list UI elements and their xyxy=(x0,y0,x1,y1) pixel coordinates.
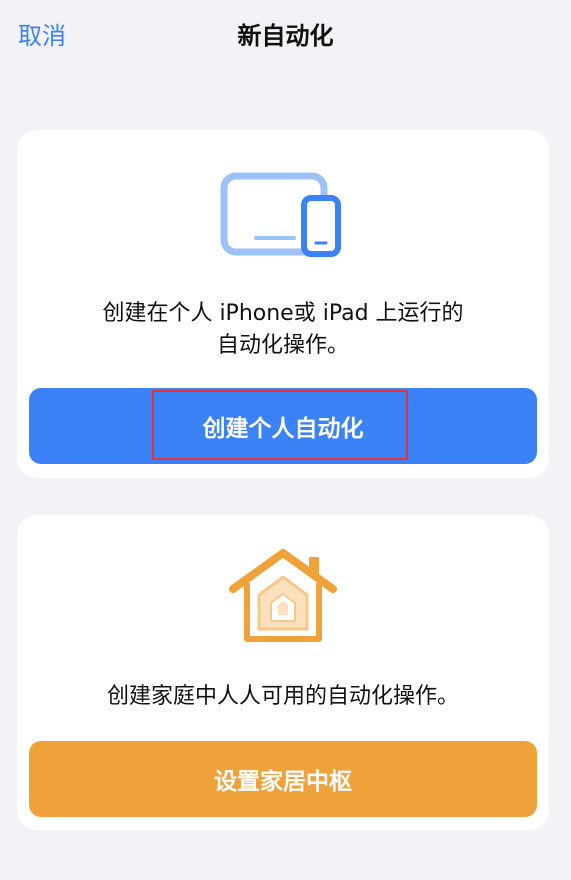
page-title: 新自动化 xyxy=(237,22,334,50)
home-description: 创建家庭中人人可用的自动化操作。 xyxy=(106,684,459,709)
home-icon xyxy=(229,549,337,642)
create-personal-automation-button[interactable]: 创建个人自动化 xyxy=(29,388,537,464)
home-automation-card: 创建家庭中人人可用的自动化操作。 设置家居中枢 xyxy=(17,515,549,830)
ipad-iphone-icon xyxy=(220,172,341,257)
personal-description-line-2: 自动化操作。 xyxy=(216,333,349,358)
personal-description: 创建在个人 iPhone或 iPad 上运行的 自动化操作。 xyxy=(17,298,549,362)
setup-home-hub-button[interactable]: 设置家居中枢 xyxy=(29,741,537,817)
setup-home-hub-label: 设置家居中枢 xyxy=(214,769,352,795)
personal-automation-card: 创建在个人 iPhone或 iPad 上运行的 自动化操作。 创建个人自动化 xyxy=(17,130,549,478)
create-personal-automation-label: 创建个人自动化 xyxy=(202,416,364,442)
personal-description-line-1: 创建在个人 iPhone或 iPad 上运行的 xyxy=(102,301,464,326)
nav-bar: 取消 新自动化 xyxy=(0,0,571,70)
